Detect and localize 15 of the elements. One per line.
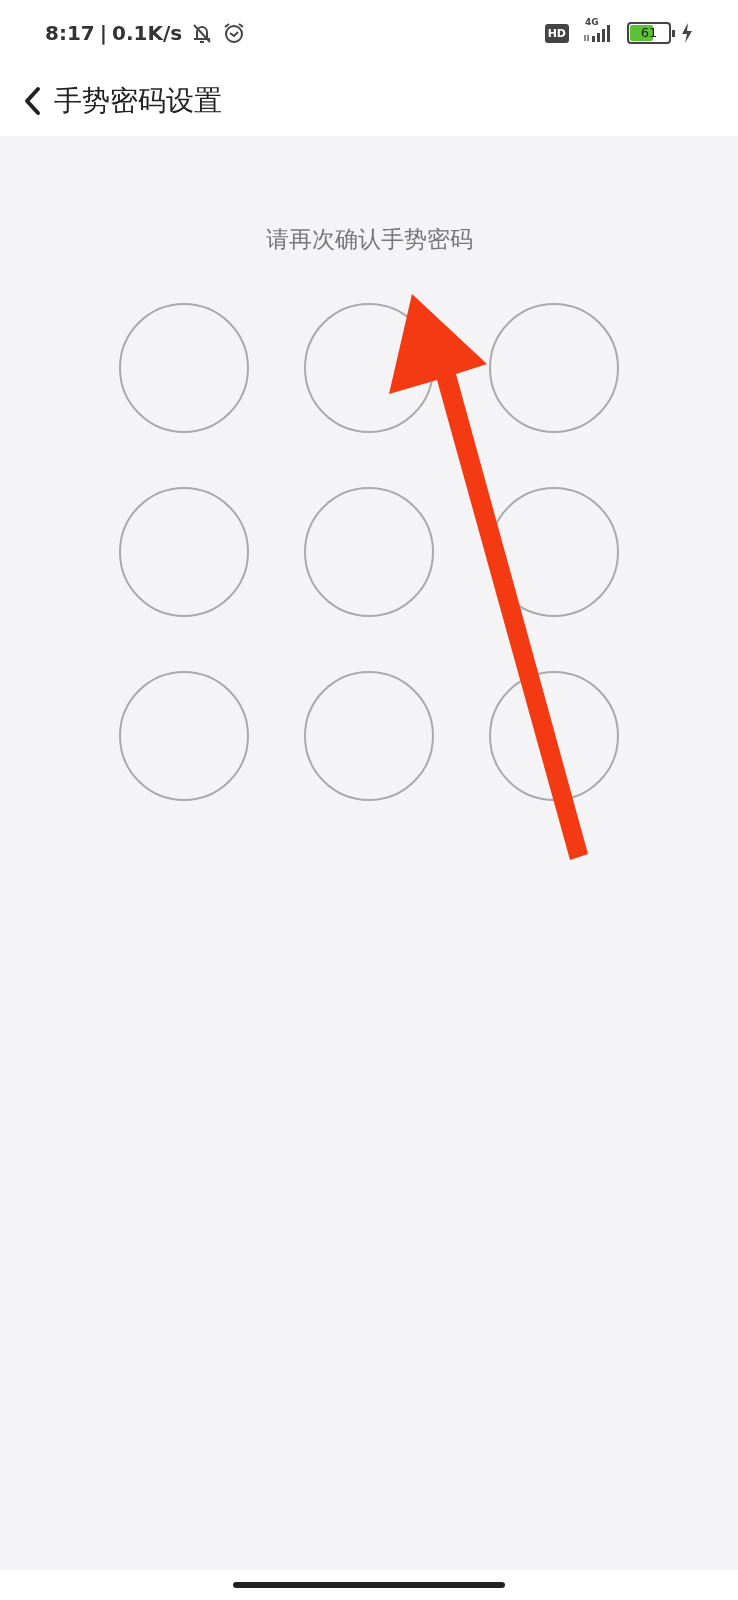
hd-badge: HD [544, 23, 569, 43]
gesture-dot[interactable] [489, 303, 619, 433]
gesture-dot[interactable] [304, 487, 434, 617]
signal-icon [583, 23, 613, 43]
network-speed: 0.1K/s [112, 21, 183, 45]
prompt-text: 请再次确认手势密码 [265, 225, 473, 254]
clock-time: 8:17 [45, 21, 95, 45]
gesture-dot[interactable] [119, 303, 249, 433]
back-icon[interactable] [22, 86, 42, 116]
network-type: 4G [585, 17, 599, 27]
gesture-dot[interactable] [304, 671, 434, 801]
gesture-dot[interactable] [119, 487, 249, 617]
gesture-dot[interactable] [119, 671, 249, 801]
separator-text: | [99, 21, 108, 45]
page-title: 手势密码设置 [54, 83, 222, 119]
